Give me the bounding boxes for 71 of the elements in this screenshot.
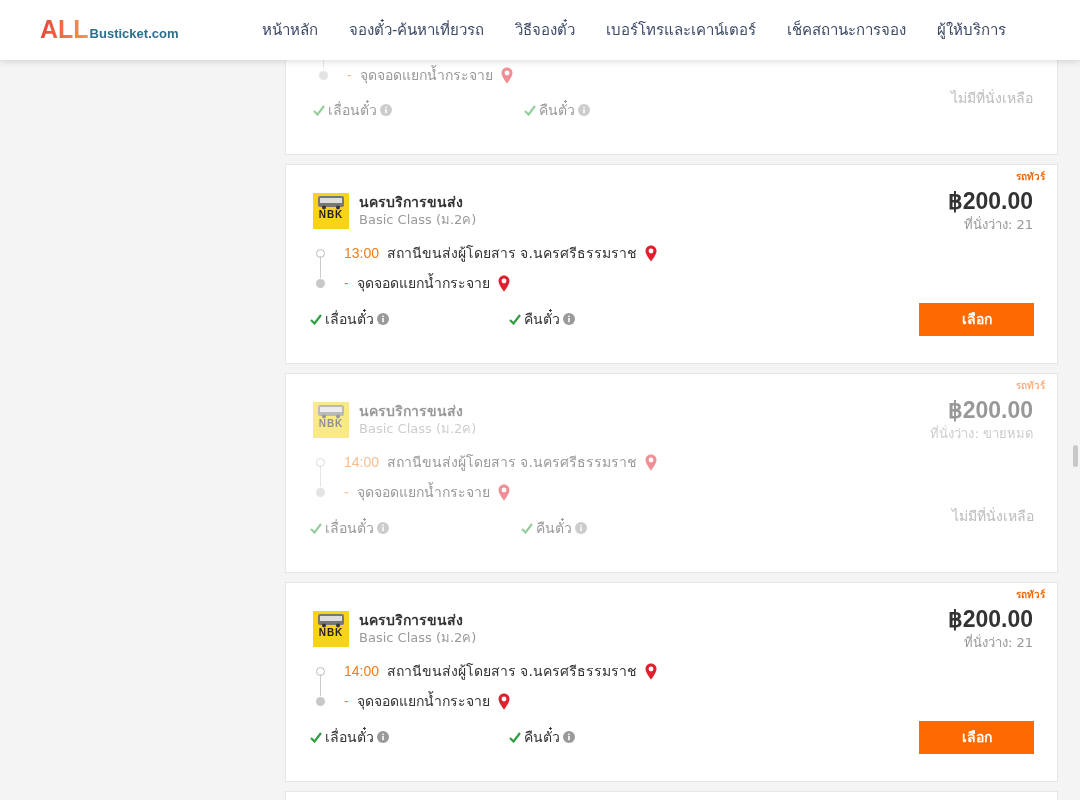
bus-type-tag: รถทัวร์ <box>1016 587 1045 602</box>
price: ฿200.00 <box>947 396 1033 424</box>
feature-label: เลื่อนตั๋ว <box>325 308 374 329</box>
info-icon[interactable] <box>377 522 389 534</box>
destination-stop: จุดจอดแยกน้ำกระจาย <box>356 690 490 712</box>
nav-link[interactable]: ผู้ให้บริการ <box>937 18 1007 42</box>
scrollbar-thumb[interactable] <box>1073 445 1078 467</box>
feature-label: เลื่อนตั๋ว <box>325 726 374 747</box>
origin-station: สถานีขนส่งผู้โดยสาร จ.นครศรีธรรมราช <box>387 452 637 473</box>
check-icon <box>310 313 322 325</box>
feature-label: คืนตั๋ว <box>524 308 560 329</box>
origin-station: สถานีขนส่งผู้โดยสาร จ.นครศรีธรรมราช <box>387 661 637 682</box>
dash: - <box>344 273 349 293</box>
check-icon <box>313 104 325 116</box>
map-pin-icon <box>497 692 510 710</box>
check-icon <box>521 522 533 534</box>
nav-link[interactable]: จองตั๋ว-ค้นหาเที่ยวรถ <box>349 18 485 42</box>
seats-available: ที่นั่งว่าง: 21 <box>963 633 1033 652</box>
check-icon <box>524 104 536 116</box>
check-icon <box>509 731 521 743</box>
bus-class: Basic Class (ม.2ค) <box>359 211 477 229</box>
operator-name: นครบริการขนส่ง <box>359 402 464 420</box>
bus-type-tag: รถทัวร์ <box>1016 169 1045 184</box>
price: ฿200.00 <box>947 605 1033 633</box>
check-icon <box>509 313 521 325</box>
seats-available: ที่นั่งว่าง: 21 <box>963 215 1033 234</box>
bus-type-tag: รถทัวร์ <box>1016 378 1045 393</box>
feature-label: เลื่อนตั๋ว <box>328 99 377 120</box>
operator-logo: NBK <box>313 193 349 229</box>
info-icon[interactable] <box>380 104 392 116</box>
destination-stop: จุดจอดแยกน้ำกระจาย <box>359 64 493 86</box>
departure-time: 14:00 <box>344 452 380 472</box>
map-pin-icon <box>644 244 657 262</box>
info-icon[interactable] <box>578 104 590 116</box>
map-pin-icon <box>497 274 510 292</box>
bus-class: Basic Class (ม.2ค) <box>359 629 477 647</box>
map-pin-icon <box>644 662 657 680</box>
destination-stop: จุดจอดแยกน้ำกระจาย <box>356 272 490 294</box>
map-pin-icon <box>497 483 510 501</box>
no-seats-text: ไม่มีที่นั่งเหลือ <box>951 90 1033 106</box>
nav-link[interactable]: เช็คสถานะการจอง <box>787 18 907 42</box>
nav-link[interactable]: วิธีจองตั๋ว <box>515 18 576 42</box>
feature-label: เลื่อนตั๋ว <box>325 517 374 538</box>
no-seats-text: ไม่มีที่นั่งเหลือ <box>952 508 1034 524</box>
dash: - <box>344 482 349 502</box>
operator-name: นครบริการขนส่ง <box>359 193 464 211</box>
map-pin-icon <box>644 453 657 471</box>
check-icon <box>310 522 322 534</box>
feature-label: คืนตั๋ว <box>536 517 572 538</box>
origin-station: สถานีขนส่งผู้โดยสาร จ.นครศรีธรรมราช <box>387 243 637 264</box>
operator-logo: NBK <box>313 611 349 647</box>
dash: - <box>347 65 352 85</box>
dash: - <box>344 691 349 711</box>
operator-name: นครบริการขนส่ง <box>359 611 464 629</box>
info-icon[interactable] <box>575 522 587 534</box>
info-icon[interactable] <box>563 731 575 743</box>
departure-time: 13:00 <box>344 243 380 263</box>
departure-time: 14:00 <box>344 661 380 681</box>
price: ฿200.00 <box>947 187 1033 215</box>
nav-link[interactable]: หน้าหลัก <box>262 18 318 42</box>
check-icon <box>310 731 322 743</box>
info-icon[interactable] <box>377 731 389 743</box>
map-pin-icon <box>500 66 513 84</box>
info-icon[interactable] <box>377 313 389 325</box>
nav-link[interactable]: เบอร์โทรและเคาน์เตอร์ <box>606 18 757 42</box>
feature-label: คืนตั๋ว <box>539 99 575 120</box>
feature-label: คืนตั๋ว <box>524 726 560 747</box>
info-icon[interactable] <box>563 313 575 325</box>
operator-logo: NBK <box>313 402 349 438</box>
destination-stop: จุดจอดแยกน้ำกระจาย <box>356 481 490 503</box>
site-logo[interactable]: ALLBusticket.com <box>40 16 240 44</box>
